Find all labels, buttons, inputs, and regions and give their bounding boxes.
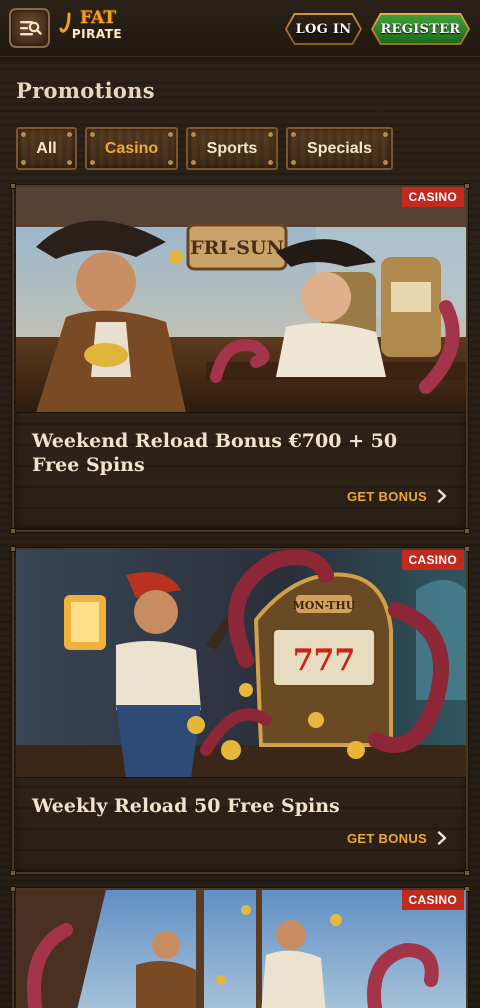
fat-pirate-logo[interactable]: FAT PIRATE: [59, 10, 131, 44]
promo-image-pirates-ship-deck: [16, 890, 466, 1008]
promo-sign-text: FRI-SUN: [190, 237, 284, 259]
cta-label: GET BONUS: [347, 830, 427, 846]
get-bonus-link[interactable]: GET BONUS: [347, 486, 448, 506]
page-title: Promotions: [16, 78, 155, 103]
filter-specials[interactable]: Specials: [286, 127, 393, 170]
chevron-right-icon: [437, 831, 447, 845]
register-button[interactable]: REGISTER: [371, 13, 470, 45]
promo-title: Weekend Reload Bonus €700 + 50 Free Spin…: [32, 430, 398, 476]
register-label: REGISTER: [380, 21, 461, 37]
category-badge: CASINO: [401, 550, 464, 570]
filter-casino[interactable]: Casino: [85, 127, 178, 170]
chevron-right-icon: [437, 489, 447, 503]
promo-card-weekend-reload[interactable]: FRI-SUN CASINO Weekend Reload Bonus €700…: [10, 183, 470, 534]
cta-label: GET BONUS: [347, 488, 427, 504]
filter-label: All: [36, 139, 57, 157]
logo-text-bottom: PIRATE: [71, 27, 123, 41]
slot-reels-icon: 777: [293, 643, 356, 678]
filter-all[interactable]: All: [16, 127, 77, 170]
promo-title: Weekly Reload 50 Free Spins: [32, 795, 340, 817]
logo-text-top: FAT: [80, 8, 116, 28]
get-bonus-link[interactable]: GET BONUS: [347, 828, 448, 848]
menu-button[interactable]: [9, 8, 50, 48]
promo-image-pirates-coins: FRI-SUN: [16, 187, 466, 413]
promo-card-third[interactable]: CASINO: [10, 886, 470, 1008]
promo-sign-text: MON-THU: [293, 599, 356, 612]
filter-label: Specials: [307, 139, 372, 157]
filter-sports[interactable]: Sports: [186, 127, 278, 170]
page: FAT PIRATE LOG IN REGISTER Promotions Al…: [0, 0, 480, 1008]
login-label: LOG IN: [295, 21, 352, 37]
promo-card-weekly-reload[interactable]: 777 MON-THU CASINO Weekly Reload 50 Free…: [10, 546, 470, 876]
menu-search-icon: [19, 21, 42, 36]
filter-label: Casino: [104, 139, 159, 157]
login-button[interactable]: LOG IN: [285, 13, 362, 45]
category-badge: CASINO: [401, 890, 464, 910]
category-badge: CASINO: [401, 187, 464, 207]
top-header: FAT PIRATE LOG IN REGISTER: [0, 0, 480, 57]
promo-image-pirate-slot-machine: 777 MON-THU: [16, 550, 466, 778]
filter-label: Sports: [206, 139, 258, 157]
